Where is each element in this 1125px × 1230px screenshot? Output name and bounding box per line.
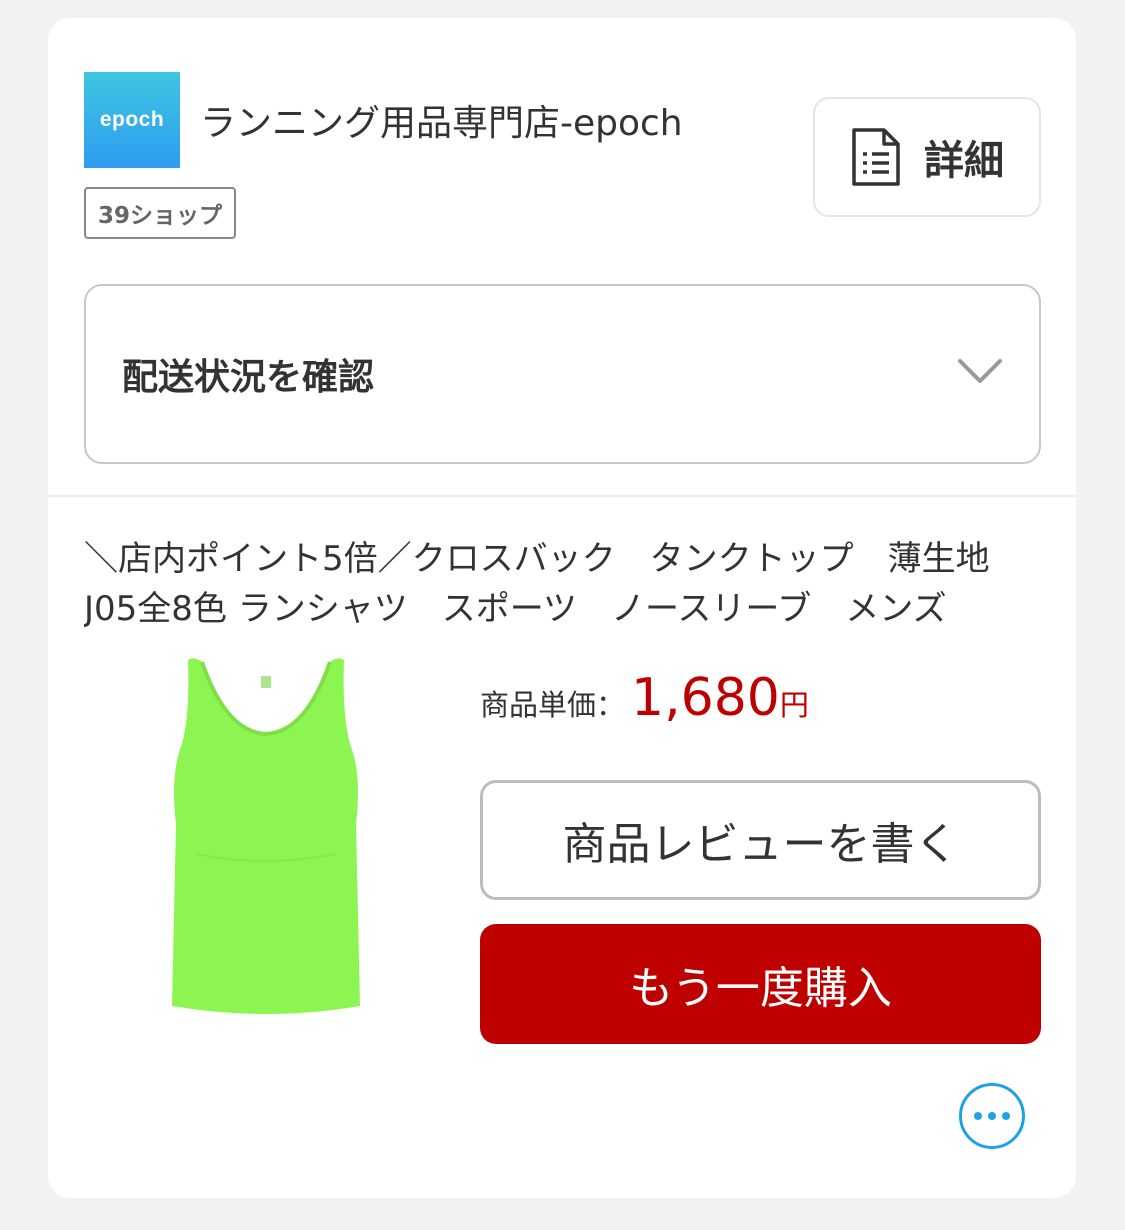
- more-icon: [988, 1112, 996, 1120]
- shop-logo[interactable]: epoch: [84, 72, 180, 168]
- chevron-down-icon: [958, 359, 1002, 383]
- price-row: 商品単価： 1,680 円: [480, 668, 809, 728]
- price-value: 1,680: [631, 668, 780, 728]
- delivery-status-label: 配送状況を確認: [122, 357, 375, 398]
- price-label: 商品単価：: [480, 688, 626, 722]
- more-options-button[interactable]: [959, 1083, 1025, 1149]
- delivery-status-accordion[interactable]: 配送状況を確認: [84, 284, 1041, 464]
- more-icon: [1002, 1112, 1010, 1120]
- shop-name[interactable]: ランニング用品専門店-epoch: [200, 94, 683, 146]
- detail-button-label: 詳細: [924, 138, 1004, 184]
- shop-badge: 39ショップ: [84, 187, 237, 239]
- product-title[interactable]: ＼店内ポイント5倍／クロスバック タンクトップ 薄生地 J05全8色 ランシャツ…: [84, 534, 1014, 634]
- detail-button[interactable]: 詳細: [813, 97, 1041, 217]
- product-image[interactable]: [166, 654, 366, 1024]
- price-unit: 円: [779, 688, 809, 722]
- order-card: epoch ランニング用品専門店-epoch 39ショップ 詳細 配送状況を確認…: [48, 18, 1076, 1198]
- shop-logo-text: epoch: [99, 108, 165, 131]
- buy-again-button[interactable]: もう一度購入: [480, 924, 1041, 1044]
- document-icon: [852, 128, 900, 186]
- divider: [48, 495, 1076, 497]
- write-review-button[interactable]: 商品レビューを書く: [480, 780, 1041, 900]
- more-icon: [974, 1112, 982, 1120]
